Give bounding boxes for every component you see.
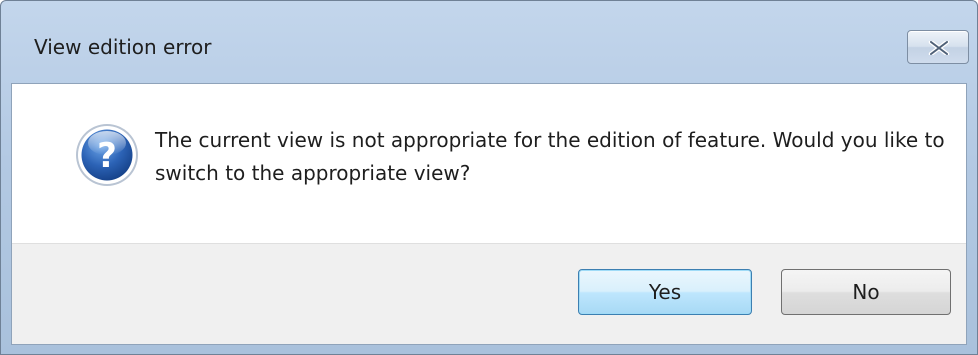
title-bar[interactable]: View edition error — [1, 1, 977, 83]
dialog-window: View edition error ? The current view is… — [0, 0, 978, 355]
no-button[interactable]: No — [781, 269, 951, 315]
question-icon: ? — [76, 124, 138, 186]
svg-text:?: ? — [97, 136, 117, 176]
message-text: The current view is not appropriate for … — [155, 128, 945, 185]
dialog-title: View edition error — [34, 35, 212, 59]
yes-button[interactable]: Yes — [578, 269, 752, 315]
message-area: ? The current view is not appropriate fo… — [12, 84, 966, 243]
button-bar: Yes No — [12, 243, 966, 344]
dialog-body: ? The current view is not appropriate fo… — [11, 83, 967, 345]
close-button[interactable] — [907, 30, 969, 64]
close-icon — [928, 41, 950, 55]
